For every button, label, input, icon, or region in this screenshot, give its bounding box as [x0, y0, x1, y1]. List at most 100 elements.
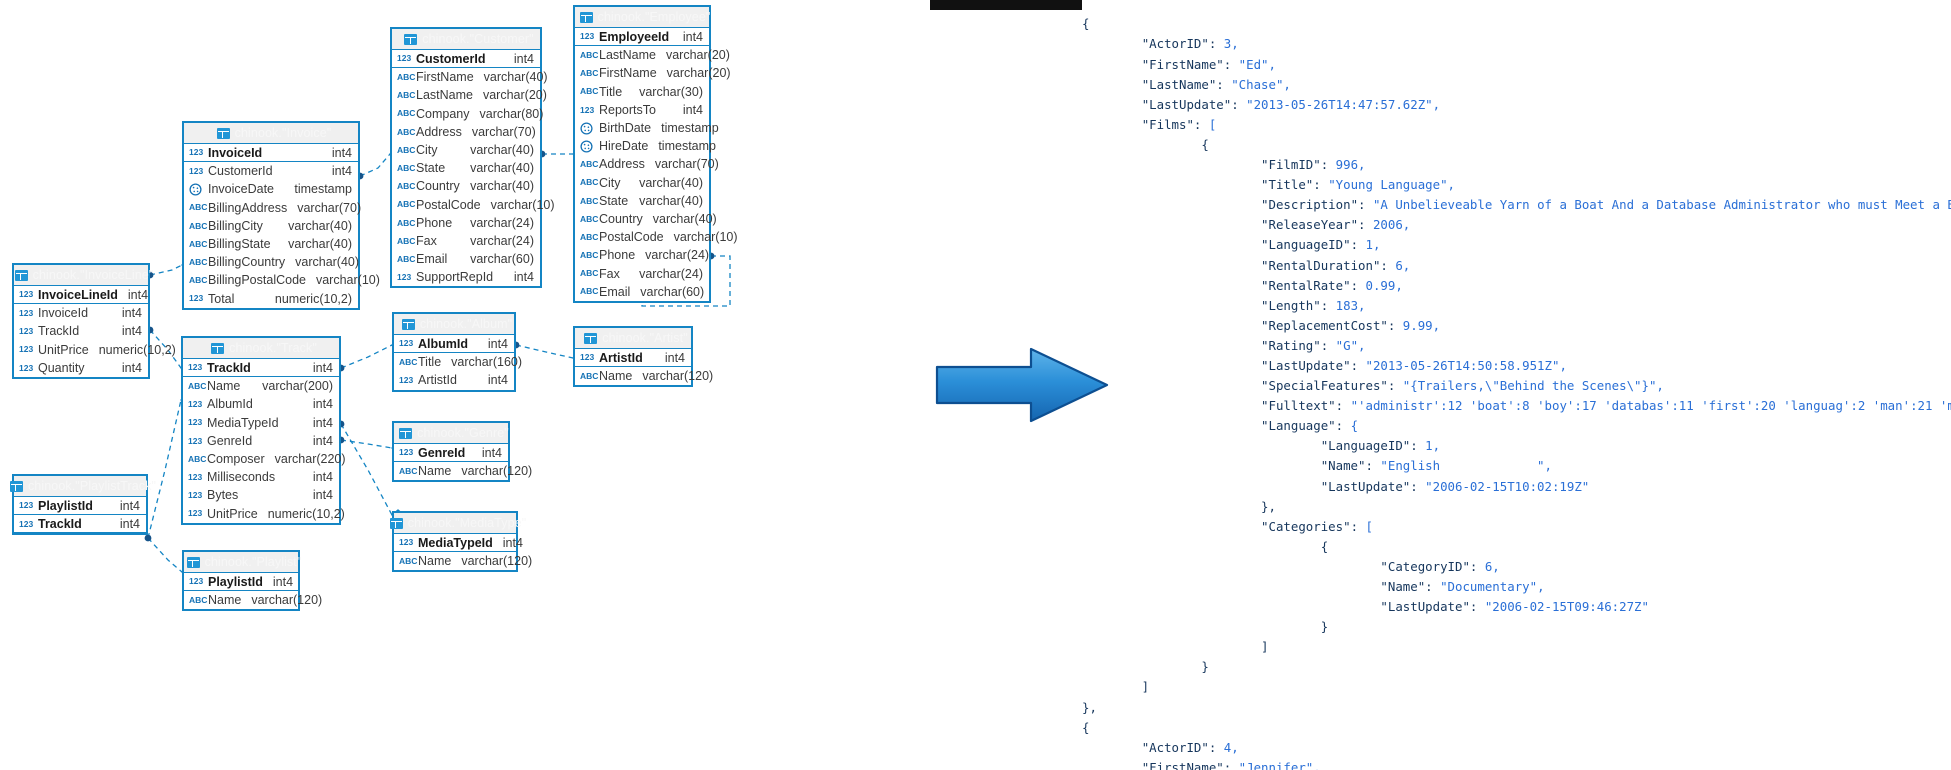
column-row[interactable]: 123 TrackId int4: [183, 359, 339, 378]
column-row[interactable]: 123 CustomerId int4: [392, 50, 540, 69]
table-icon: [401, 318, 415, 330]
entity-header-artist[interactable]: chinook."Artist": [575, 328, 691, 349]
column-row[interactable]: ABC City varchar(40): [392, 141, 540, 159]
entity-album[interactable]: chinook."Album" 123 AlbumId int4 ABC Title var…: [392, 312, 522, 392]
column-row[interactable]: BirthDate timestamp: [575, 119, 719, 137]
column-row[interactable]: 123 UnitPrice numeric(10,2): [183, 505, 345, 523]
column-name: BillingCity: [208, 218, 263, 233]
text-type-icon: ABC: [397, 253, 416, 264]
entity-columns-customer: 123 CustomerId int4 ABC FirstName varchar(40)…: [392, 50, 555, 286]
column-row[interactable]: ABC BillingAddress varchar(70): [184, 199, 361, 217]
column-row[interactable]: ABC Name varchar(120): [394, 462, 532, 480]
entity-header-invoice[interactable]: chinook."Invoice": [184, 123, 358, 144]
column-row[interactable]: ABC Name varchar(120): [394, 552, 532, 570]
column-row[interactable]: 123 ReportsTo int4: [575, 101, 709, 119]
er-diagram-canvas[interactable]: chinook."Invoice" 123 InvoiceId int4 123 Cust…: [0, 0, 920, 770]
column-row[interactable]: 123 MediaTypeId int4: [394, 534, 523, 553]
column-row[interactable]: ABC Fax varchar(24): [575, 264, 709, 282]
column-row[interactable]: ABC Name varchar(120): [575, 367, 713, 385]
column-row[interactable]: 123 Milliseconds int4: [183, 468, 339, 486]
column-type: varchar(80): [479, 106, 544, 121]
json-output-pane[interactable]: { "ActorID": 3, "FirstName": "Ed", "Last…: [1070, 0, 1951, 770]
entity-header-genre[interactable]: chinook."Genre": [394, 423, 509, 444]
column-type: varchar(20): [665, 48, 730, 63]
entity-employee[interactable]: chinook."Employee" 123 EmployeeId int4 ABC La…: [573, 5, 738, 303]
column-row[interactable]: 123 AlbumId int4: [183, 395, 339, 413]
column-row[interactable]: 123 ArtistId int4: [575, 349, 691, 368]
column-row[interactable]: ABC Country varchar(40): [575, 210, 717, 228]
column-row[interactable]: ABC FirstName varchar(40): [392, 68, 548, 86]
column-row[interactable]: 123 Quantity int4: [14, 359, 148, 377]
column-row[interactable]: 123 InvoiceId int4: [184, 144, 358, 163]
column-row[interactable]: ABC BillingCity varchar(40): [184, 217, 358, 235]
column-row[interactable]: 123 MediaTypeId int4: [183, 414, 339, 432]
column-row[interactable]: 123 GenreId int4: [394, 444, 508, 463]
column-row[interactable]: ABC Title varchar(160): [394, 353, 522, 371]
column-row[interactable]: ABC Email varchar(60): [392, 250, 540, 268]
column-row[interactable]: 123 AlbumId int4: [394, 335, 514, 354]
column-row[interactable]: ABC BillingPostalCode varchar(10): [184, 271, 380, 289]
entity-header-invoiceline[interactable]: chinook."InvoiceLine": [14, 265, 153, 286]
entity-playlisttrack[interactable]: chinook."PlaylistTrack" 123 PlaylistId int4…: [9, 474, 156, 536]
column-row[interactable]: 123 UnitPrice numeric(10,2): [14, 341, 176, 359]
entity-playlist[interactable]: chinook."Playlist" 123 PlaylistId int4 ABC Na…: [182, 550, 322, 612]
column-row[interactable]: 123 EmployeeId int4: [575, 28, 709, 47]
entity-invoiceline[interactable]: chinook."InvoiceLine" 123 InvoiceLineId int…: [12, 263, 176, 379]
column-row[interactable]: 123 PlaylistId int4: [14, 497, 146, 516]
column-row[interactable]: ABC Company varchar(80): [392, 105, 543, 123]
column-row[interactable]: ABC City varchar(40): [575, 174, 709, 192]
column-row[interactable]: ABC State varchar(40): [575, 192, 709, 210]
column-row[interactable]: ABC Phone varchar(24): [392, 214, 540, 232]
column-row[interactable]: ABC Composer varchar(220): [183, 450, 346, 468]
column-row[interactable]: InvoiceDate timestamp: [184, 180, 358, 198]
column-row[interactable]: 123 ArtistId int4: [394, 371, 514, 389]
column-row[interactable]: ABC Fax varchar(24): [392, 232, 540, 250]
entity-customer[interactable]: chinook."Customer" 123 CustomerId int4 ABC Fi…: [390, 27, 555, 289]
entity-track[interactable]: chinook."Track" 123 TrackId int4 ABC Name varc…: [181, 336, 346, 525]
column-row[interactable]: ABC BillingState varchar(40): [184, 235, 358, 253]
entity-header-track[interactable]: chinook."Track": [183, 338, 339, 359]
entity-header-customer[interactable]: chinook."Customer": [392, 29, 540, 50]
entity-header-album[interactable]: chinook."Album": [394, 314, 514, 335]
column-row[interactable]: 123 SupportRepId int4: [392, 268, 540, 286]
column-row[interactable]: ABC Name varchar(120): [184, 591, 322, 609]
column-row[interactable]: 123 InvoiceId int4: [14, 304, 148, 322]
column-row[interactable]: ABC Email varchar(60): [575, 283, 709, 301]
column-row[interactable]: ABC Address varchar(70): [575, 155, 719, 173]
column-row[interactable]: ABC LastName varchar(20): [392, 86, 547, 104]
entity-header-mediatype[interactable]: chinook."MediaType": [389, 513, 526, 534]
column-row[interactable]: ABC BillingCountry varchar(40): [184, 253, 359, 271]
column-row[interactable]: ABC PostalCode varchar(10): [392, 196, 555, 214]
column-name: Name: [207, 379, 241, 394]
entity-header-playlisttrack[interactable]: chinook."PlaylistTrack": [9, 476, 156, 497]
column-row[interactable]: ABC Phone varchar(24): [575, 246, 709, 264]
entity-mediatype[interactable]: chinook."MediaType" 123 MediaTypeId int4 ABC…: [389, 511, 532, 573]
entity-header-playlist[interactable]: chinook."Playlist": [184, 552, 301, 573]
column-row[interactable]: ABC PostalCode varchar(10): [575, 228, 738, 246]
column-type: int4: [127, 287, 149, 302]
entity-header-employee[interactable]: chinook."Employee": [575, 7, 710, 28]
column-row[interactable]: 123 TrackId int4: [14, 515, 146, 534]
column-row[interactable]: 123 GenreId int4: [183, 432, 339, 450]
column-row[interactable]: ABC Title varchar(30): [575, 83, 709, 101]
column-type: int4: [119, 516, 140, 531]
column-row[interactable]: ABC FirstName varchar(20): [575, 64, 731, 82]
entity-artist[interactable]: chinook."Artist" 123 ArtistId int4 ABC Name va…: [573, 326, 713, 388]
column-row[interactable]: ABC LastName varchar(20): [575, 46, 730, 64]
column-row[interactable]: 123 PlaylistId int4: [184, 573, 298, 592]
text-type-icon: ABC: [580, 195, 599, 206]
column-row[interactable]: 123 Total numeric(10,2): [184, 290, 358, 308]
entity-genre[interactable]: chinook."Genre" 123 GenreId int4 ABC Name varc…: [392, 421, 532, 483]
text-type-icon: ABC: [580, 177, 599, 188]
entity-invoice[interactable]: chinook."Invoice" 123 InvoiceId int4 123 Cust…: [182, 121, 380, 310]
column-row[interactable]: ABC Country varchar(40): [392, 177, 540, 195]
column-row[interactable]: 123 TrackId int4: [14, 322, 148, 340]
column-type: varchar(20): [482, 88, 547, 103]
column-row[interactable]: ABC Address varchar(70): [392, 123, 540, 141]
column-row[interactable]: 123 InvoiceLineId int4: [14, 286, 149, 305]
column-row[interactable]: HireDate timestamp: [575, 137, 716, 155]
column-row[interactable]: 123 Bytes int4: [183, 486, 339, 504]
column-row[interactable]: ABC State varchar(40): [392, 159, 540, 177]
column-row[interactable]: ABC Name varchar(200): [183, 377, 339, 395]
column-row[interactable]: 123 CustomerId int4: [184, 162, 358, 180]
